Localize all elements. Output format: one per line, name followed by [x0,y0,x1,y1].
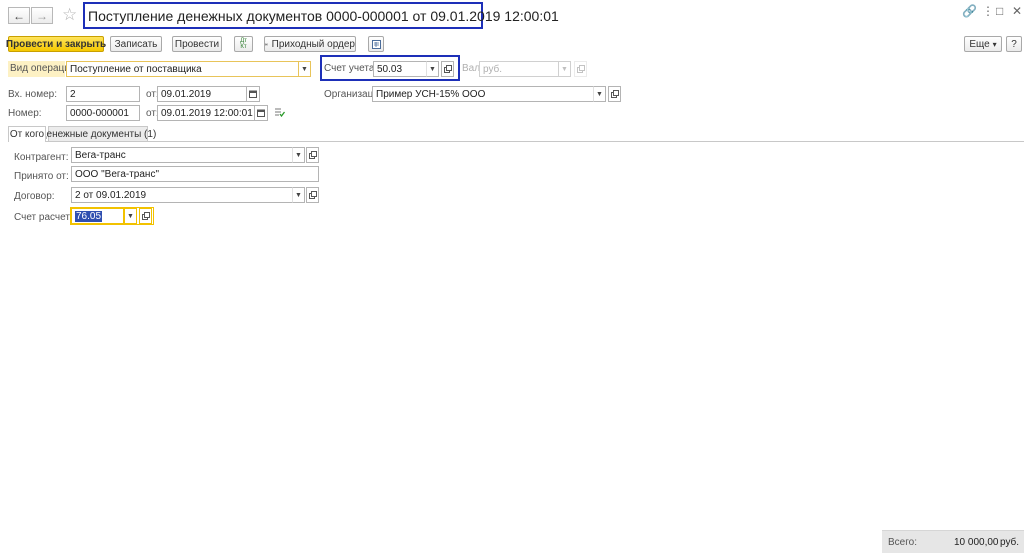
post-button[interactable]: Провести [172,36,222,52]
calendar-icon[interactable] [255,105,268,121]
total-value: 10 000,00 [954,537,999,548]
tab-from-whom[interactable]: От кого [8,126,46,142]
counterparty-label: Контрагент: [14,152,69,163]
window-title: Поступление денежных документов 0000-000… [83,2,559,29]
printer-icon [265,42,268,46]
save-button[interactable]: Записать [110,36,162,52]
forward-button[interactable]: → [31,7,53,24]
structure-icon [371,39,381,49]
chevron-down-icon[interactable]: ▼ [124,208,137,224]
print-receipt-order-button[interactable]: Приходный ордер [264,36,356,52]
structure-button[interactable] [368,36,384,52]
total-label: Всего: [888,537,917,548]
open-icon[interactable] [608,86,621,102]
chevron-down-icon[interactable]: ▼ [292,147,305,163]
open-icon[interactable] [306,147,319,163]
menu-dots-icon[interactable]: ⋮ [982,4,994,18]
chevron-down-icon[interactable]: ▼ [298,61,311,77]
total-bar: Всего: 10 000,00 руб. [882,530,1024,553]
tab-cash-documents[interactable]: Денежные документы (1) [40,126,156,141]
account-highlight [320,55,460,81]
chevron-down-icon[interactable]: ▼ [593,86,606,102]
back-button[interactable]: ← [8,7,30,24]
list-check-icon[interactable] [275,108,286,120]
help-button[interactable]: ? [1006,36,1022,52]
dt-kt-button[interactable]: Дт Кт [234,36,253,52]
counterparty-field[interactable]: Вега-транс [71,147,293,163]
link-icon[interactable]: 🔗 [962,4,977,18]
received-from-field[interactable]: ООО "Вега-транс" [71,166,319,182]
in-number-label: Вх. номер: [8,89,57,100]
in-number-field[interactable]: 2 [66,86,140,102]
total-currency: руб. [1000,537,1020,548]
settlement-field[interactable]: 76.05 [71,208,124,224]
arrow-left-icon: ← [13,8,25,23]
tab-divider [8,141,1024,142]
contract-field[interactable]: 2 от 09.01.2019 [71,187,293,203]
number-field[interactable]: 0000-000001 [66,105,140,121]
open-icon[interactable] [306,187,319,203]
open-icon[interactable] [139,208,152,224]
operation-field[interactable]: Поступление от поставщика [66,61,299,77]
post-and-close-button[interactable]: Провести и закрыть [6,36,106,52]
number-label: Номер: [8,108,42,119]
chevron-down-icon[interactable]: ▼ [292,187,305,203]
date-field[interactable]: 09.01.2019 12:00:01 [157,105,255,121]
close-icon[interactable]: ✕ [1012,4,1022,18]
star-icon[interactable]: ☆ [62,5,77,25]
currency-field: руб. [479,61,559,77]
arrow-right-icon: → [36,8,48,23]
contract-label: Договор: [14,191,55,202]
more-button[interactable]: Еще ▾ [964,36,1002,52]
received-from-label: Принято от: [14,171,69,182]
chevron-down-icon: ▼ [558,61,571,77]
calendar-icon[interactable] [247,86,260,102]
org-field[interactable]: Пример УСН-15% ООО [372,86,594,102]
maximize-icon[interactable]: □ [996,4,1003,18]
in-date-field[interactable]: 09.01.2019 [157,86,247,102]
open-icon [574,61,587,77]
